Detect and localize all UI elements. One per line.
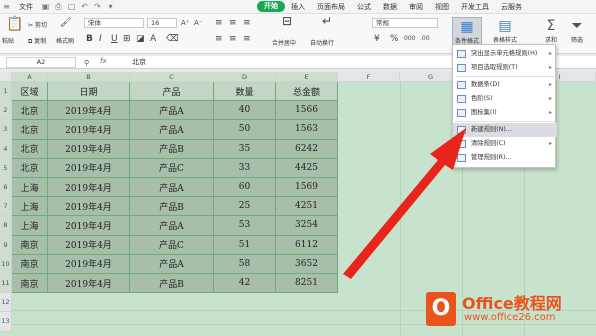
arrow-icon — [343, 128, 466, 279]
watermark-url: www.office26.com — [464, 312, 556, 323]
watermark-logo: O Office教程网 www.office26.com — [420, 288, 596, 336]
office-logo-icon: O — [426, 292, 456, 326]
watermark-title: Office教程网 — [462, 294, 562, 313]
red-arrow-annotation — [343, 128, 466, 279]
